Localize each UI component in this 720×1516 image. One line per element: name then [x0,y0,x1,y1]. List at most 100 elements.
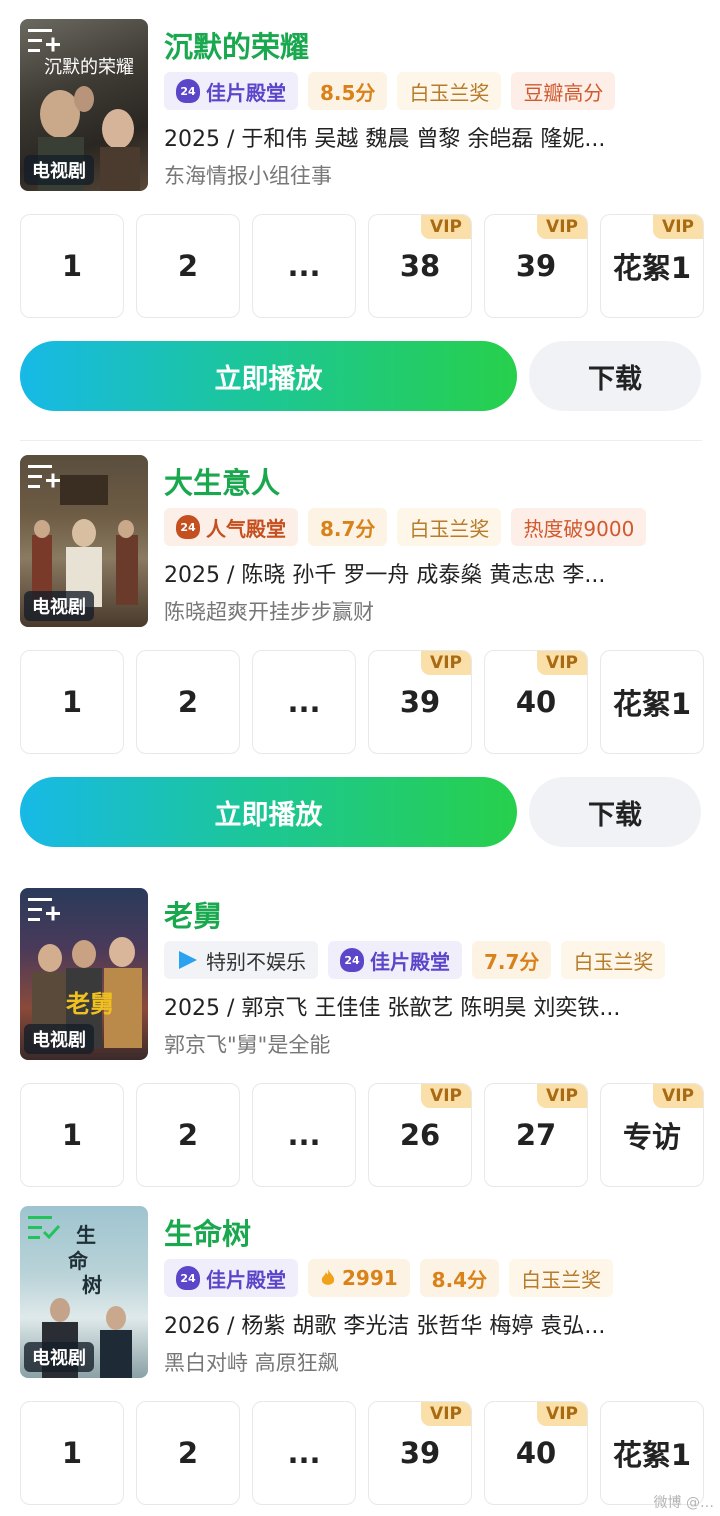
tag-row: 24 佳片殿堂 8.5分 白玉兰奖 豆瓣高分 [164,72,616,110]
tagline: 陈晓超爽开挂步步赢财 [164,600,374,624]
drama-title[interactable]: 沉默的荣耀 [164,24,309,66]
episode-button[interactable]: 1 [20,1401,124,1505]
action-row: 立即播放 下载 [20,777,701,847]
poster-caption: 沉默的荣耀 [44,57,134,78]
year-cast: 2025 / 郭京飞 王佳佳 张歆艺 陈明昊 刘奕铁... [164,996,621,1021]
episode-button[interactable]: VIP 38 [368,214,472,318]
action-row: 立即播放 下载 [20,341,701,411]
drama-title[interactable]: 生命树 [164,1211,251,1253]
episode-button[interactable]: 1 [20,214,124,318]
tag-row: 24 人气殿堂 8.7分 白玉兰奖 热度破9000 [164,508,647,546]
hall-tag-label: 人气殿堂 [206,516,286,541]
award-tag: 白玉兰奖 [397,72,502,110]
svg-text:老舅: 老舅 [66,989,114,1018]
year-cast: 2025 / 陈晓 孙千 罗一舟 成泰燊 黄志忠 李... [164,563,606,588]
episode-button[interactable]: 2 [136,650,240,754]
play-now-button[interactable]: 立即播放 [20,341,517,411]
hall-badge-icon: 24 [340,948,364,972]
score-tag: 7.7分 [472,941,552,979]
interview-button[interactable]: VIP 专访 [600,1083,704,1187]
hall-tag-label: 佳片殿堂 [206,1267,286,1292]
add-to-list-icon[interactable] [28,896,60,924]
tag-row: 特别不娱乐 24 佳片殿堂 7.7分 白玉兰奖 [164,941,666,979]
svg-text:命: 命 [68,1249,89,1273]
tagline: 东海情报小组往事 [164,164,332,188]
episode-button[interactable]: 1 [20,1083,124,1187]
add-to-list-icon[interactable] [28,463,60,491]
hall-tag-label: 佳片殿堂 [370,949,450,974]
play-logo-icon [179,951,197,969]
episode-button[interactable]: 2 [136,1083,240,1187]
year-cast: 2026 / 杨紫 胡歌 李光洁 张哲华 梅婷 袁弘... [164,1314,606,1339]
episode-button[interactable]: VIP 39 [484,214,588,318]
award-tag: 白玉兰奖 [397,508,502,546]
genre-badge: 电视剧 [24,155,94,185]
poster-image[interactable]: 老舅 电视剧 [20,888,148,1060]
extras-button[interactable]: 花絮1 [600,650,704,754]
year-cast: 2025 / 于和伟 吴越 魏晨 曾黎 余皑磊 隆妮... [164,127,606,152]
drama-title[interactable]: 老舅 [164,893,222,935]
episode-more-button[interactable]: ... [252,214,356,318]
award-tag: 白玉兰奖 [561,941,666,979]
vip-badge: VIP [421,1402,471,1426]
genre-badge: 电视剧 [24,591,94,621]
genre-badge: 电视剧 [24,1342,94,1372]
vip-badge: VIP [537,1402,587,1426]
hall-tag: 24 佳片殿堂 [164,72,298,110]
vip-badge: VIP [537,1084,587,1108]
episode-button[interactable]: VIP 39 [368,1401,472,1505]
show-tag: 特别不娱乐 [164,941,318,979]
add-to-list-icon[interactable] [28,27,60,55]
episode-button[interactable]: 2 [136,1401,240,1505]
flame-icon [321,1269,335,1285]
episode-button[interactable]: VIP 40 [484,650,588,754]
hall-tag-label: 佳片殿堂 [206,80,286,105]
hall-tag: 24 人气殿堂 [164,508,298,546]
drama-title[interactable]: 大生意人 [164,460,280,502]
added-to-list-icon[interactable] [28,1214,60,1242]
episode-button[interactable]: VIP 39 [368,650,472,754]
hall-tag: 24 佳片殿堂 [328,941,462,979]
hall-badge-icon: 24 [176,79,200,103]
episode-list: 1 2 ... VIP 26 VIP 27 VIP 专访 [20,1083,704,1187]
hall-badge-icon: 24 [176,515,200,539]
tagline: 郭京飞"舅"是全能 [164,1033,331,1057]
play-now-button[interactable]: 立即播放 [20,777,517,847]
episode-more-button[interactable]: ... [252,1401,356,1505]
episode-list: 1 2 ... VIP 39 VIP 40 花絮1 [20,650,704,754]
show-tag-label: 特别不娱乐 [206,949,306,974]
score-tag: 8.4分 [419,1259,500,1297]
episode-list: 1 2 ... VIP 38 VIP 39 VIP 花絮1 [20,214,704,318]
score-tag: 8.7分 [308,508,388,546]
score-tag: 8.5分 [308,72,388,110]
episode-more-button[interactable]: ... [252,1083,356,1187]
watermark: 微博 @… [653,1495,714,1511]
episode-button[interactable]: VIP 27 [484,1083,588,1187]
vip-badge: VIP [537,651,587,675]
poster-image[interactable]: 生 命 树 电视剧 [20,1206,148,1378]
episode-button[interactable]: 1 [20,650,124,754]
tag-row: 24 佳片殿堂 2991 8.4分 白玉兰奖 [164,1259,614,1297]
svg-text:生: 生 [76,1223,96,1247]
poster-image[interactable]: 电视剧 [20,455,148,627]
heat-tag: 2991 [308,1259,410,1297]
tagline: 黑白对峙 高原狂飙 [164,1351,339,1375]
download-button[interactable]: 下载 [529,777,701,847]
rating-tag: 豆瓣高分 [511,72,616,110]
vip-badge: VIP [653,215,703,239]
vip-badge: VIP [537,215,587,239]
episode-list: 1 2 ... VIP 39 VIP 40 花絮1 [20,1401,704,1505]
genre-badge: 电视剧 [24,1024,94,1054]
download-button[interactable]: 下载 [529,341,701,411]
episode-button[interactable]: 2 [136,214,240,318]
divider [20,440,702,441]
extras-button[interactable]: 花絮1 [600,1401,704,1505]
hall-badge-icon: 24 [176,1266,200,1290]
episode-button[interactable]: VIP 26 [368,1083,472,1187]
vip-badge: VIP [421,215,471,239]
episode-more-button[interactable]: ... [252,650,356,754]
award-tag: 白玉兰奖 [509,1259,614,1297]
poster-image[interactable]: 沉默的荣耀 电视剧 [20,19,148,191]
extras-button[interactable]: VIP 花絮1 [600,214,704,318]
episode-button[interactable]: VIP 40 [484,1401,588,1505]
